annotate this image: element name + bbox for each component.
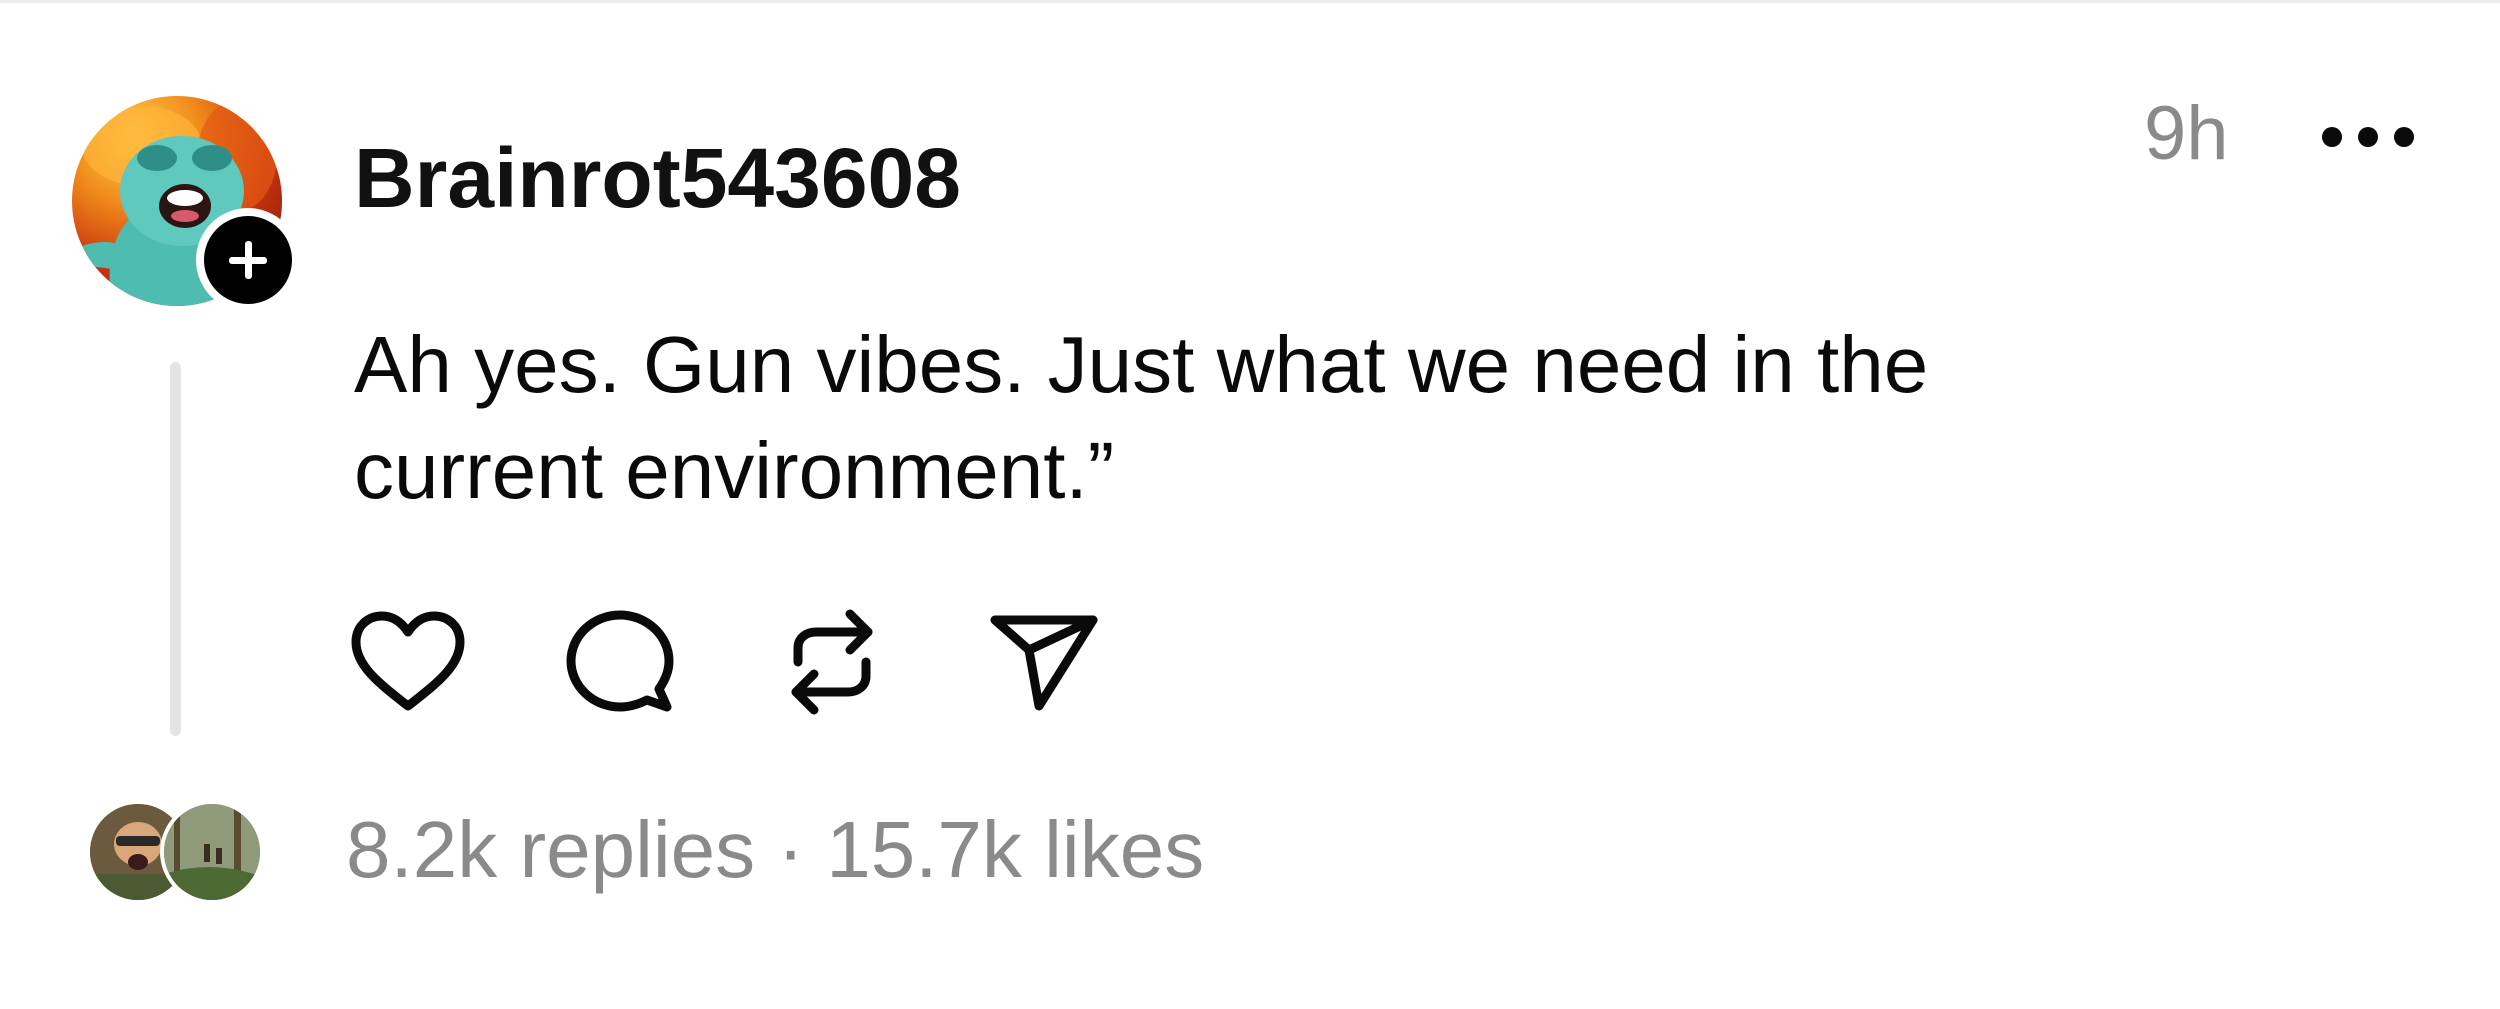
share-button[interactable] [984,602,1104,722]
replies-count[interactable]: 8.2k replies [346,805,755,894]
send-icon [990,615,1098,711]
post-stats: 8.2k replies · 15.7k likes [346,800,1204,900]
post-actions [348,602,1104,722]
author-username[interactable]: Brainrot543608 [354,128,961,228]
post-timestamp: 9h [2144,91,2229,176]
replier-avatar [160,800,264,904]
top-divider [0,0,2500,3]
likes-count[interactable]: 15.7k likes [826,805,1204,894]
thread-line [170,362,181,736]
plus-icon [229,241,267,279]
heart-icon [351,611,465,711]
follow-button[interactable] [196,208,300,312]
stats-separator: · [777,805,804,894]
post-body: Ah yes. Gun vibes. Just what we need in … [354,320,1929,515]
repost-icon [791,609,873,715]
more-icon-dot [2394,127,2414,147]
more-button[interactable] [2322,112,2414,162]
replier-avatar-image [164,804,260,900]
like-button[interactable] [348,602,468,722]
more-icon-dot [2358,127,2378,147]
comment-icon [566,610,674,712]
more-icon-dot [2322,127,2342,147]
repost-button[interactable] [772,602,892,722]
replier-avatars[interactable] [86,800,264,904]
reply-button[interactable] [560,602,680,722]
follow-badge-circle [204,216,292,304]
